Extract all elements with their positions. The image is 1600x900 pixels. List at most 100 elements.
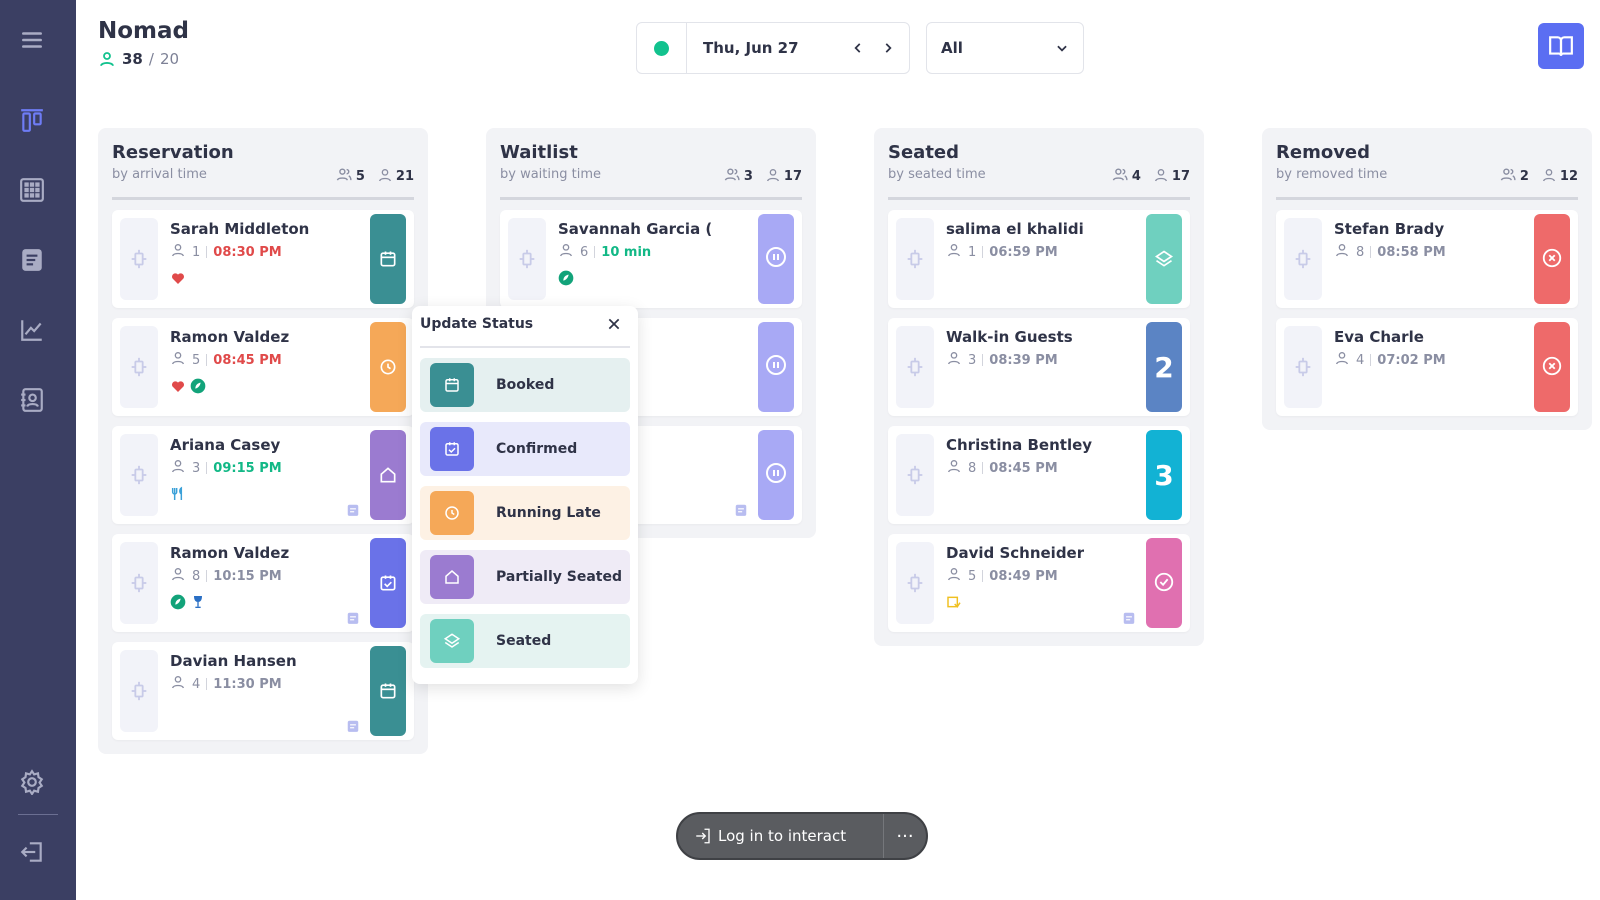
note-icon[interactable] bbox=[1122, 610, 1136, 624]
status-button[interactable] bbox=[1146, 538, 1182, 628]
contacts-icon[interactable] bbox=[18, 386, 46, 414]
close-icon[interactable] bbox=[606, 316, 624, 334]
reservation-card[interactable]: Eva Charle 4 07:02 PM bbox=[1276, 318, 1578, 416]
login-button[interactable]: Log in to interact bbox=[678, 814, 884, 858]
note-icon[interactable] bbox=[734, 502, 748, 516]
card-meta: 4 11:30 PM bbox=[170, 674, 282, 694]
status-button[interactable] bbox=[758, 322, 794, 412]
card-meta: 3 08:39 PM bbox=[946, 350, 1058, 370]
drag-handle-icon[interactable] bbox=[508, 218, 546, 300]
drag-handle-icon[interactable] bbox=[120, 434, 158, 516]
meta-divider bbox=[1370, 354, 1372, 366]
column-title: Seated bbox=[888, 142, 960, 163]
note-icon[interactable] bbox=[346, 718, 360, 732]
status-button[interactable] bbox=[370, 430, 406, 520]
note-icon[interactable] bbox=[346, 610, 360, 624]
reservation-card[interactable]: salima el khalidi 1 06:59 PM bbox=[888, 210, 1190, 308]
status-button[interactable] bbox=[758, 214, 794, 304]
more-options-button[interactable]: ··· bbox=[884, 826, 926, 847]
pause-icon bbox=[764, 351, 788, 384]
card-meta: 5 08:45 PM bbox=[170, 350, 282, 370]
reservation-card[interactable]: David Schneider 5 08:49 PM bbox=[888, 534, 1190, 632]
drag-handle-icon[interactable] bbox=[120, 326, 158, 408]
drag-handle-icon[interactable] bbox=[896, 326, 934, 408]
analytics-icon[interactable] bbox=[18, 316, 46, 344]
status-option-partially-seated[interactable]: Partially Seated bbox=[420, 550, 630, 604]
party-size: 3 bbox=[192, 460, 201, 476]
list-icon[interactable] bbox=[18, 246, 46, 274]
status-button[interactable] bbox=[370, 646, 406, 736]
next-date-button[interactable] bbox=[873, 33, 903, 63]
party-size: 8 bbox=[968, 460, 977, 476]
drag-handle-icon[interactable] bbox=[896, 218, 934, 300]
status-option-running-late[interactable]: Running Late bbox=[420, 486, 630, 540]
status-button[interactable] bbox=[370, 214, 406, 304]
status-button[interactable] bbox=[758, 430, 794, 520]
meta-divider bbox=[206, 570, 208, 582]
party-size: 8 bbox=[1356, 244, 1365, 260]
guest-count: 12 bbox=[1559, 169, 1578, 184]
status-option-label: Partially Seated bbox=[496, 569, 623, 585]
reservation-card[interactable]: Walk-in Guests 3 08:39 PM 2 bbox=[888, 318, 1190, 416]
calendar-check-icon bbox=[430, 427, 474, 471]
status-button[interactable]: 2 bbox=[1146, 322, 1182, 412]
drag-handle-icon[interactable] bbox=[896, 542, 934, 624]
drag-handle-icon[interactable] bbox=[1284, 326, 1322, 408]
card-meta: 1 08:30 PM bbox=[170, 242, 282, 262]
guest-name: Ramon Valdez bbox=[170, 328, 290, 346]
menu-icon[interactable] bbox=[18, 26, 46, 54]
meta-divider bbox=[206, 462, 208, 474]
board-icon[interactable] bbox=[18, 106, 46, 134]
party-size: 3 bbox=[968, 352, 977, 368]
party-size: 8 bbox=[192, 568, 201, 584]
status-button[interactable]: 3 bbox=[1146, 430, 1182, 520]
status-button[interactable] bbox=[370, 538, 406, 628]
status-option-booked[interactable]: Booked bbox=[420, 358, 630, 412]
person-icon bbox=[1334, 242, 1350, 262]
reservation-card[interactable]: Davian Hansen 4 11:30 PM bbox=[112, 642, 414, 740]
status-button[interactable] bbox=[370, 322, 406, 412]
status-option-confirmed[interactable]: Confirmed bbox=[420, 422, 630, 476]
reservation-card[interactable]: Ramon Valdez 5 08:45 PM bbox=[112, 318, 414, 416]
settings-icon[interactable] bbox=[18, 768, 46, 796]
guest-name: Ramon Valdez bbox=[170, 544, 290, 562]
shift-filter-select[interactable]: All bbox=[926, 22, 1084, 74]
status-button[interactable] bbox=[1534, 214, 1570, 304]
prev-date-button[interactable] bbox=[843, 33, 873, 63]
card-meta: 8 08:58 PM bbox=[1334, 242, 1446, 262]
guest-count: 17 bbox=[783, 169, 802, 184]
reservation-card[interactable]: Stefan Brady 8 08:58 PM bbox=[1276, 210, 1578, 308]
guest-tags bbox=[170, 594, 206, 614]
gift-tag-icon bbox=[946, 594, 962, 614]
drag-handle-icon[interactable] bbox=[120, 542, 158, 624]
sidebar-divider bbox=[18, 814, 58, 815]
live-indicator[interactable] bbox=[637, 23, 687, 73]
meta-divider bbox=[982, 354, 984, 366]
status-button[interactable] bbox=[1146, 214, 1182, 304]
reservation-card[interactable]: Ramon Valdez 8 10:15 PM bbox=[112, 534, 414, 632]
clock-icon bbox=[430, 491, 474, 535]
current-date[interactable]: Thu, Jun 27 bbox=[703, 39, 843, 57]
book-button[interactable] bbox=[1538, 23, 1584, 69]
meta-divider bbox=[206, 354, 208, 366]
chevron-right-icon bbox=[885, 43, 892, 53]
drag-handle-icon[interactable] bbox=[896, 434, 934, 516]
drag-handle-icon[interactable] bbox=[120, 218, 158, 300]
reservation-time: 08:30 PM bbox=[213, 244, 282, 260]
drag-handle-icon[interactable] bbox=[1284, 218, 1322, 300]
meta-divider bbox=[206, 246, 208, 258]
guest-name: Ariana Casey bbox=[170, 436, 281, 454]
floor-grid-icon[interactable] bbox=[18, 176, 46, 204]
vegan-tag-icon bbox=[558, 270, 574, 290]
reservation-time: 11:30 PM bbox=[213, 676, 282, 692]
drag-handle-icon[interactable] bbox=[120, 650, 158, 732]
reservation-card[interactable]: Christina Bentley 8 08:45 PM 3 bbox=[888, 426, 1190, 524]
logout-icon[interactable] bbox=[18, 838, 46, 866]
reservation-card[interactable]: Savannah Garcia ( 6 10 min bbox=[500, 210, 802, 308]
guest-name: Eva Charle bbox=[1334, 328, 1424, 346]
status-option-seated[interactable]: Seated bbox=[420, 614, 630, 668]
status-button[interactable] bbox=[1534, 322, 1570, 412]
reservation-card[interactable]: Sarah Middleton 1 08:30 PM bbox=[112, 210, 414, 308]
note-icon[interactable] bbox=[346, 502, 360, 516]
reservation-card[interactable]: Ariana Casey 3 09:15 PM bbox=[112, 426, 414, 524]
